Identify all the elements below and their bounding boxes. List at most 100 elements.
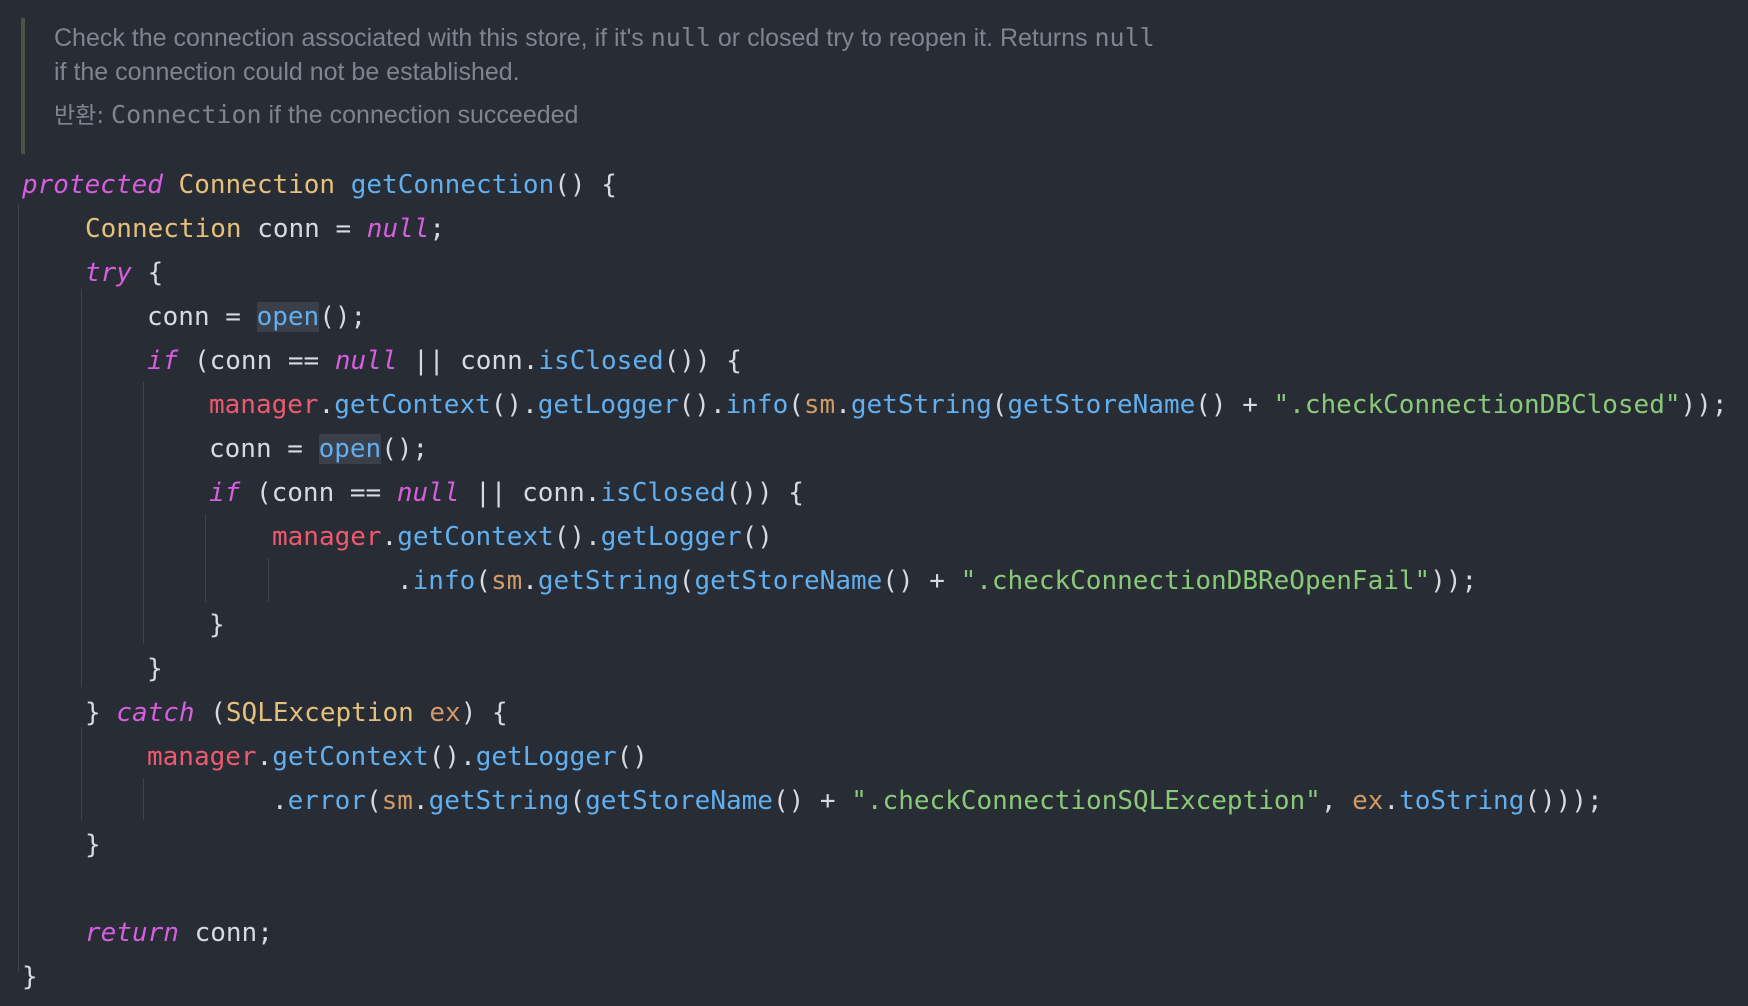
punctuation: () +: [772, 786, 852, 816]
keyword: null: [396, 478, 460, 508]
punctuation: ();: [319, 302, 367, 332]
variable: conn: [257, 214, 320, 244]
type-name: SQLException: [225, 698, 414, 728]
punctuation: =: [319, 214, 367, 244]
code-line[interactable]: }: [85, 823, 101, 867]
code-line[interactable]: manager.getContext().getLogger(): [272, 515, 773, 559]
keyword: null: [366, 214, 430, 244]
indent-guide: [81, 289, 82, 687]
method-name: getStoreName: [585, 786, 773, 816]
punctuation: ().: [428, 742, 476, 772]
closing-brace: }: [209, 610, 225, 640]
code-line[interactable]: }: [147, 647, 163, 691]
punctuation: (: [569, 786, 586, 816]
doc-code: Connection: [111, 100, 262, 129]
type-name: Connection: [85, 214, 242, 244]
punctuation: () +: [882, 566, 961, 596]
keyword: return: [85, 918, 179, 948]
punctuation: ||: [397, 346, 461, 376]
variable: conn: [271, 478, 335, 508]
punctuation: (: [991, 390, 1008, 420]
method-name: open: [256, 302, 320, 332]
punctuation: .: [1383, 786, 1400, 816]
doc-text: if the connection could not be establish…: [54, 58, 520, 86]
method-name: getContext: [334, 390, 491, 420]
variable: conn: [209, 346, 273, 376]
method-name: getString: [537, 566, 679, 596]
doc-text: Check the connection associated with thi…: [54, 24, 651, 52]
code-line[interactable]: protected Connection getConnection() {: [22, 163, 617, 207]
punctuation: (: [788, 390, 804, 420]
method-name: getStoreName: [1007, 390, 1196, 420]
closing-brace: }: [22, 962, 38, 992]
closing-brace: }: [85, 830, 101, 860]
indent-guide: [18, 204, 19, 972]
code-line[interactable]: } catch (SQLException ex) {: [85, 691, 508, 735]
code-line[interactable]: .error(sm.getString(getStoreName() + ".c…: [272, 779, 1603, 823]
punctuation: (: [365, 786, 382, 816]
code-line[interactable]: try {: [85, 251, 163, 295]
punctuation: ().: [678, 390, 726, 420]
method-name: getLogger: [600, 522, 742, 552]
doc-text: or closed try to reopen it. Returns: [710, 24, 1095, 52]
doc-code: null: [650, 23, 711, 52]
punctuation: =: [209, 302, 257, 332]
doc-code: null: [1094, 23, 1155, 52]
method-name: isClosed: [538, 346, 664, 376]
keyword: if: [209, 478, 241, 508]
code-line[interactable]: manager.getContext().getLogger(): [147, 735, 648, 779]
code-line[interactable]: if (conn == null || conn.isClosed()) {: [209, 471, 804, 515]
punctuation: (): [616, 742, 648, 772]
code-editor[interactable]: Check the connection associated with thi…: [0, 0, 1748, 1006]
punctuation: .: [412, 786, 429, 816]
closing-brace: }: [147, 654, 163, 684]
punctuation: ().: [490, 390, 538, 420]
punctuation: .: [522, 346, 539, 376]
code-line[interactable]: conn = open();: [147, 295, 366, 339]
indent-guide: [205, 514, 206, 602]
punctuation: .: [318, 390, 335, 420]
indent-guide: [143, 382, 144, 644]
punctuation: ().: [553, 522, 601, 552]
code-line[interactable]: }: [22, 955, 38, 999]
punctuation: }: [85, 698, 117, 728]
code-line[interactable]: Connection conn = null;: [85, 207, 445, 251]
code-line[interactable]: return conn;: [85, 911, 273, 955]
method-name: getString: [428, 786, 570, 816]
method-name: isClosed: [600, 478, 726, 508]
doc-returns-label: 반환:: [54, 103, 105, 129]
code-line[interactable]: conn = open();: [209, 427, 428, 471]
punctuation: ));: [1430, 566, 1478, 596]
punctuation: .: [584, 478, 601, 508]
variable: conn: [460, 346, 523, 376]
punctuation: .: [256, 742, 273, 772]
field-name: manager: [209, 390, 319, 420]
code-line[interactable]: }: [209, 603, 225, 647]
method-name: getContext: [272, 742, 429, 772]
method-name: info: [412, 566, 476, 596]
punctuation: ||: [459, 478, 523, 508]
code-line[interactable]: .info(sm.getString(getStoreName() + ".ch…: [397, 559, 1477, 603]
method-name: getContext: [397, 522, 554, 552]
method-name: getString: [850, 390, 992, 420]
method-name: info: [725, 390, 789, 420]
variable: conn: [522, 478, 585, 508]
punctuation: (: [194, 698, 226, 728]
punctuation: (: [678, 566, 695, 596]
variable: conn: [147, 302, 210, 332]
punctuation: ();: [381, 434, 429, 464]
punctuation: ;: [257, 918, 273, 948]
punctuation: ;: [429, 214, 446, 244]
variable: conn: [194, 918, 258, 948]
code-line[interactable]: if (conn == null || conn.isClosed()) {: [147, 339, 742, 383]
variable: conn: [209, 434, 272, 464]
punctuation: (: [475, 566, 491, 596]
parameter-name: ex: [1352, 786, 1384, 816]
punctuation: ) {: [460, 698, 508, 728]
string-literal: ".checkConnectionSQLException": [851, 786, 1321, 816]
doc-text: if the connection succeeded: [261, 101, 579, 129]
punctuation: (: [240, 478, 272, 508]
code-line[interactable]: manager.getContext().getLogger().info(sm…: [209, 383, 1728, 427]
indent-guide: [143, 778, 144, 820]
punctuation: .: [835, 390, 851, 420]
